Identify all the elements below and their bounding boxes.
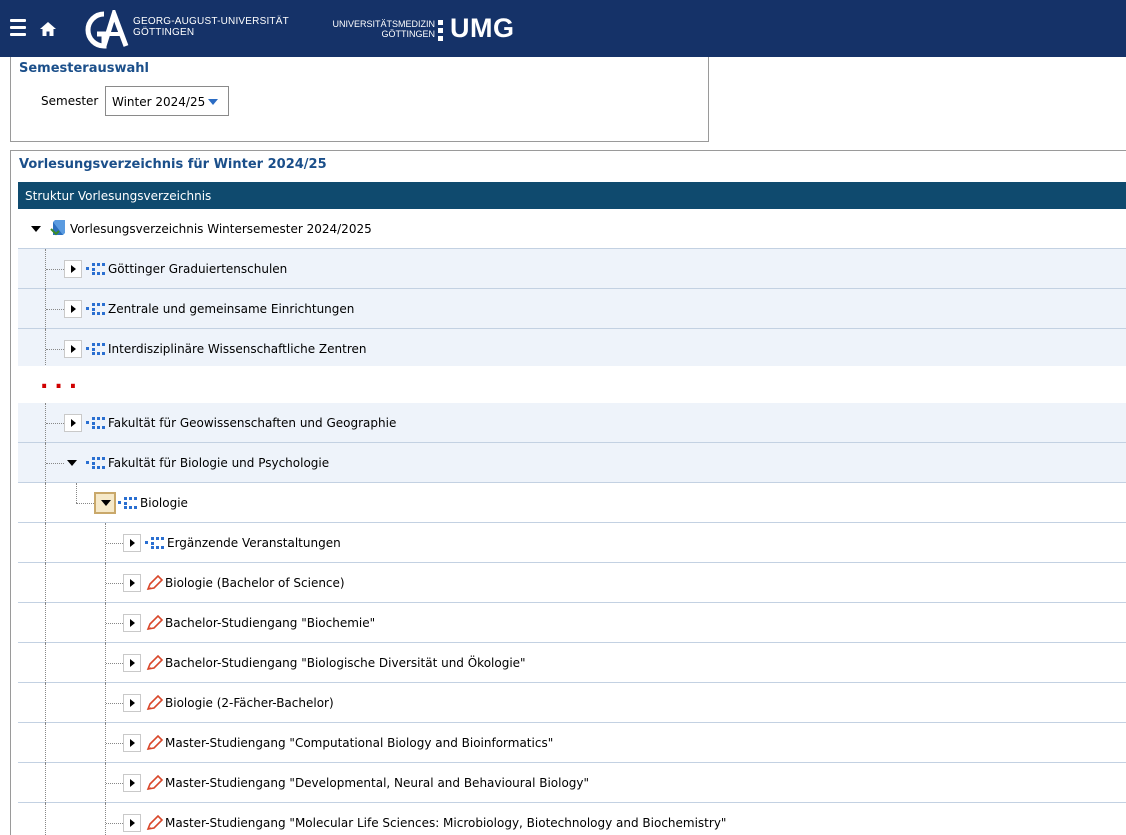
tree-node-biologie[interactable]: Biologie: [18, 483, 1126, 523]
tree-node-label: Biologie (Bachelor of Science): [165, 576, 345, 590]
tree-node-label: Bachelor-Studiengang "Biologische Divers…: [165, 656, 526, 670]
tree-node-label: Zentrale und gemeinsame Einrichtungen: [108, 302, 355, 316]
tree-node[interactable]: Biologie (2-Fächer-Bachelor): [18, 683, 1126, 723]
org-unit-icon: [86, 343, 105, 355]
top-bar: GEORG-AUGUST-UNIVERSITÄT GÖTTINGEN UNIVE…: [0, 0, 1126, 57]
umg-logo-text: UNIVERSITÄTSMEDIZIN GÖTTINGEN: [332, 19, 435, 39]
org-unit-icon: [86, 303, 105, 315]
degree-program-icon: [146, 815, 164, 831]
expand-toggle[interactable]: [123, 694, 141, 712]
course-directory-panel: Vorlesungsverzeichnis für Winter 2024/25…: [10, 150, 1126, 835]
umg-dots-icon: [438, 20, 446, 42]
tree-node[interactable]: Zentrale und gemeinsame Einrichtungen: [18, 289, 1126, 329]
semester-selection-panel: Semesterauswahl Semester Winter 2024/25: [10, 57, 709, 142]
org-unit-icon: [118, 497, 137, 509]
tree-node-label: Master-Studiengang "Computational Biolog…: [165, 736, 554, 750]
home-icon[interactable]: [38, 20, 58, 38]
tree-node-label: Göttinger Graduiertenschulen: [108, 262, 288, 276]
org-unit-icon: [145, 537, 164, 549]
tree-node[interactable]: Göttinger Graduiertenschulen: [18, 249, 1126, 289]
semester-label: Semester: [41, 94, 99, 108]
degree-program-icon: [146, 695, 164, 711]
expand-toggle[interactable]: [64, 414, 82, 432]
omitted-rows-ellipsis: ...: [40, 369, 84, 394]
expand-toggle[interactable]: [64, 260, 82, 278]
semester-select[interactable]: Winter 2024/25: [105, 86, 229, 116]
degree-program-icon: [146, 735, 164, 751]
tree-node[interactable]: Bachelor-Studiengang "Biologische Divers…: [18, 643, 1126, 683]
expand-toggle[interactable]: [123, 654, 141, 672]
org-unit-icon: [86, 457, 105, 469]
degree-program-icon: [146, 655, 164, 671]
tree-node-label: Biologie (2-Fächer-Bachelor): [165, 696, 334, 710]
tree-node-label: Master-Studiengang "Molecular Life Scien…: [165, 816, 727, 830]
expand-toggle[interactable]: [123, 774, 141, 792]
tree-node[interactable]: Bachelor-Studiengang "Biochemie": [18, 603, 1126, 643]
collapse-toggle[interactable]: [94, 492, 116, 514]
umg-logo[interactable]: UMG: [450, 13, 515, 44]
org-unit-icon: [86, 417, 105, 429]
tree-node[interactable]: Master-Studiengang "Computational Biolog…: [18, 723, 1126, 763]
directory-title: Vorlesungsverzeichnis für Winter 2024/25: [19, 157, 327, 172]
tree-node-label: Fakultät für Biologie und Psychologie: [108, 456, 330, 470]
tree-node-label: Vorlesungsverzeichnis Wintersemester 202…: [70, 222, 372, 236]
tree-node-label: Fakultät für Geowissenschaften und Geogr…: [108, 416, 397, 430]
tree-node[interactable]: Fakultät für Geowissenschaften und Geogr…: [18, 403, 1126, 443]
tree-node[interactable]: Interdisziplinäre Wissenschaftliche Zent…: [18, 329, 1126, 369]
degree-program-icon: [146, 775, 164, 791]
book-icon: [50, 220, 65, 236]
expand-toggle[interactable]: [123, 734, 141, 752]
tree-node[interactable]: Master-Studiengang "Molecular Life Scien…: [18, 803, 1126, 835]
tree-node-label: Ergänzende Veranstaltungen: [167, 536, 341, 550]
structure-header: Struktur Vorlesungsverzeichnis: [18, 182, 1126, 209]
goettingen-logo-text: GEORG-AUGUST-UNIVERSITÄT GÖTTINGEN: [133, 16, 289, 38]
tree-node-label: Bachelor-Studiengang "Biochemie": [165, 616, 376, 630]
tree-node-label: Interdisziplinäre Wissenschaftliche Zent…: [108, 342, 367, 356]
menu-icon[interactable]: [10, 19, 26, 37]
tree-node-label: Master-Studiengang "Developmental, Neura…: [165, 776, 590, 790]
collapse-toggle[interactable]: [28, 220, 46, 238]
expand-toggle[interactable]: [123, 574, 141, 592]
degree-program-icon: [146, 615, 164, 631]
semester-selected-value: Winter 2024/25: [112, 95, 206, 109]
expand-toggle[interactable]: [64, 340, 82, 358]
expand-toggle[interactable]: [64, 300, 82, 318]
collapse-toggle[interactable]: [64, 454, 82, 472]
tree-node[interactable]: Biologie (Bachelor of Science): [18, 563, 1126, 603]
tree-node-root[interactable]: Vorlesungsverzeichnis Wintersemester 202…: [18, 209, 1126, 249]
semester-selection-title: Semesterauswahl: [19, 61, 149, 76]
expand-toggle[interactable]: [123, 814, 141, 832]
expand-toggle[interactable]: [123, 534, 141, 552]
expand-toggle[interactable]: [123, 614, 141, 632]
chevron-down-icon: [208, 99, 218, 105]
tree-node-label: Biologie: [140, 496, 188, 510]
tree-node[interactable]: Ergänzende Veranstaltungen: [18, 523, 1126, 563]
tree-node[interactable]: Master-Studiengang "Developmental, Neura…: [18, 763, 1126, 803]
goettingen-logo-icon[interactable]: [80, 10, 130, 50]
tree-node-expanded[interactable]: Fakultät für Biologie und Psychologie: [18, 443, 1126, 483]
degree-program-icon: [146, 575, 164, 591]
org-unit-icon: [86, 263, 105, 275]
